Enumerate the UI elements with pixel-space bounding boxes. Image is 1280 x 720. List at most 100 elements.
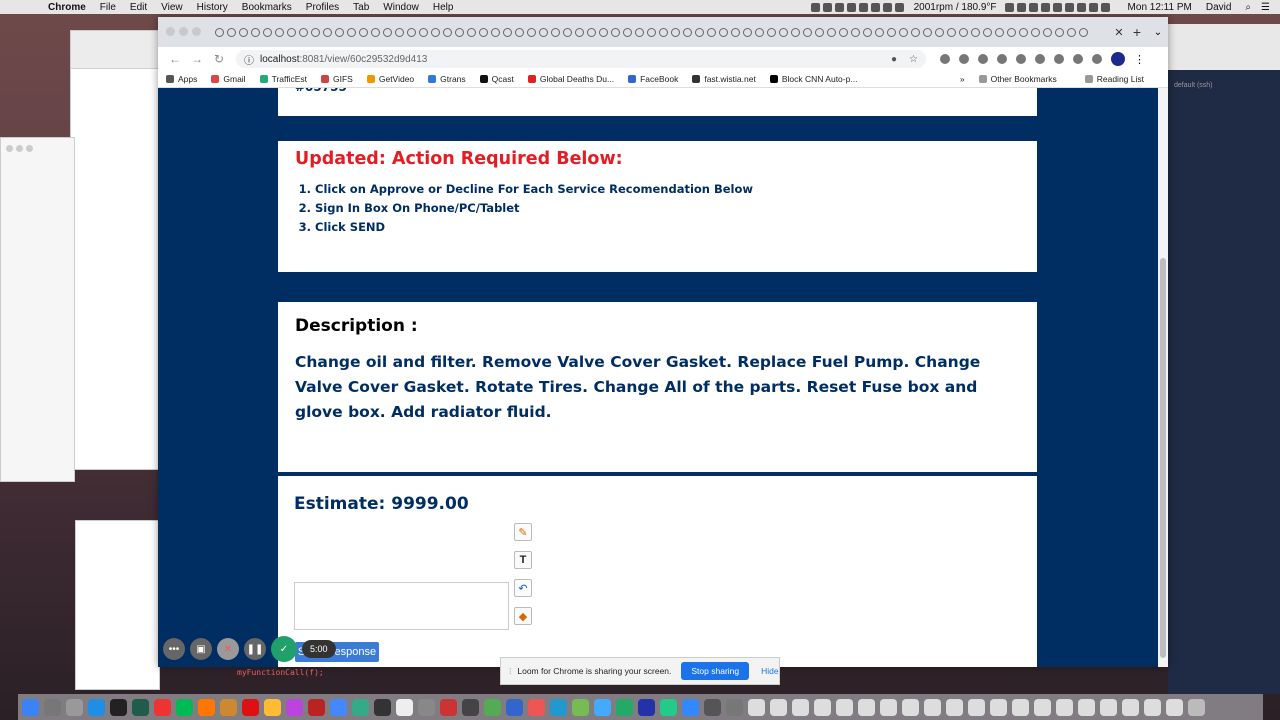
eraser-icon[interactable]: ◆ [514,607,532,625]
loom-camera-icon[interactable]: ▣ [190,638,212,660]
app-icon[interactable] [220,698,237,716]
minimized-window-icon[interactable] [1034,698,1051,716]
minimized-window-icon[interactable] [1166,698,1183,716]
new-tab-button[interactable]: + [1126,24,1148,40]
app-icon[interactable] [418,698,435,716]
minimized-window-icon[interactable] [990,698,1007,716]
bookmark-block-cnn[interactable]: Block CNN Auto-p... [769,74,857,84]
browser-menu-icon[interactable]: ⋮ [1134,53,1145,66]
background-terminal-window[interactable]: default (ssh) [1168,24,1280,694]
menu-view[interactable]: View [161,2,183,13]
firefox-icon[interactable] [198,698,215,716]
menu-history[interactable]: History [197,2,228,13]
app-icon[interactable] [528,698,545,716]
app-icon[interactable] [308,698,325,716]
bookmark-star-icon[interactable]: ☆ [909,54,918,65]
text-tool-icon[interactable]: T [514,551,532,569]
app-icon[interactable] [330,698,347,716]
fan-status-text[interactable]: 2001rpm / 180.9°F [914,2,997,13]
launchpad-icon[interactable] [44,698,61,716]
loom-finish-icon[interactable]: ✓ [271,636,297,662]
trash-icon[interactable] [1188,698,1205,716]
page-scrollbar[interactable] [1158,88,1168,667]
app-icon[interactable] [242,698,259,716]
app-icon[interactable] [682,698,699,716]
minimized-window-icon[interactable] [1078,698,1095,716]
bookmark-trafficest[interactable]: TrafficEst [259,74,307,84]
minimized-window-icon[interactable] [880,698,897,716]
app-icon[interactable] [660,698,677,716]
undo-icon[interactable]: ↶ [514,579,532,597]
calendar-icon[interactable] [396,698,413,716]
app-icon[interactable] [176,698,193,716]
minimized-window-icon[interactable] [814,698,831,716]
control-center-icon[interactable]: ☰ [1261,2,1270,13]
menu-edit[interactable]: Edit [130,2,147,13]
drag-handle-icon[interactable]: ⁞ [509,666,511,676]
minimized-window-icon[interactable] [1122,698,1139,716]
app-icon[interactable] [374,698,391,716]
reading-list[interactable]: Reading List [1084,74,1144,84]
loom-pause-icon[interactable]: ❚❚ [244,638,266,660]
back-button[interactable]: ← [164,52,186,66]
address-bar[interactable]: ⓘ localhost:8081/view/60c29532d9d413 ● ☆ [236,50,926,68]
bookmark-gmail[interactable]: Gmail [211,74,246,84]
close-tab-icon[interactable]: ✕ [1112,26,1126,39]
bookmark-getvideo[interactable]: GetVideo [366,74,414,84]
app-icon[interactable] [440,698,457,716]
app-icon[interactable] [484,698,501,716]
stop-sharing-button[interactable]: Stop sharing [681,662,750,680]
extension-icons[interactable]: ⋮ [940,52,1145,66]
minimized-window-icon[interactable] [924,698,941,716]
bookmark-fast-wistia[interactable]: fast.wistia.net [692,74,756,84]
background-window-finder[interactable] [70,30,160,470]
menu-file[interactable]: File [100,2,116,13]
app-icon[interactable] [506,698,523,716]
profile-avatar[interactable] [1111,52,1125,66]
app-icon[interactable] [616,698,633,716]
app-icon[interactable] [594,698,611,716]
hide-sharing-button[interactable]: Hide [761,666,778,676]
app-icon[interactable] [352,698,369,716]
menu-app-name[interactable]: Chrome [48,2,86,13]
traffic-lights[interactable] [166,25,205,39]
minimized-window-icon[interactable] [858,698,875,716]
bookmark-apps[interactable]: Apps [166,74,197,84]
spotlight-icon[interactable]: ⌕ [1245,2,1251,13]
forward-button[interactable]: → [186,52,208,66]
app-icon[interactable] [264,698,281,716]
pen-icon[interactable]: ✎ [514,523,532,541]
minimized-window-icon[interactable] [770,698,787,716]
music-icon[interactable] [286,698,303,716]
minimized-window-icon[interactable] [1144,698,1161,716]
loom-more-icon[interactable]: ••• [163,638,185,660]
minimized-window-icon[interactable] [1056,698,1073,716]
bookmark-facebook[interactable]: FaceBook [628,74,678,84]
signature-pad[interactable] [294,582,509,630]
menu-profiles[interactable]: Profiles [306,2,339,13]
menubar-clock[interactable]: Mon 12:11 PM [1128,2,1192,13]
microphone-icon[interactable]: ● [891,54,897,65]
reload-button[interactable]: ↻ [208,52,230,66]
other-bookmarks[interactable]: Other Bookmarks [978,74,1057,84]
bookmark-qcast[interactable]: Qcast [479,74,514,84]
menu-help[interactable]: Help [433,2,454,13]
menubar-system-icons[interactable] [1004,2,1110,12]
menubar-tray-icons[interactable] [810,2,904,12]
menubar-user[interactable]: David [1206,2,1232,13]
background-window-lower[interactable] [75,520,160,690]
minimized-window-icon[interactable] [1100,698,1117,716]
site-info-icon[interactable]: ⓘ [244,52,254,67]
terminal-icon[interactable] [110,698,127,716]
menu-bookmarks[interactable]: Bookmarks [242,2,292,13]
bookmark-gtrans[interactable]: Gtrans [428,74,466,84]
minimized-window-icon[interactable] [836,698,853,716]
app-icon[interactable] [638,698,655,716]
editor-icon[interactable] [132,698,149,716]
minimized-window-icon[interactable] [792,698,809,716]
scrollbar-thumb[interactable] [1160,258,1166,658]
minimized-window-icon[interactable] [968,698,985,716]
bookmark-global-deaths[interactable]: Global Deaths Du... [527,74,614,84]
minimized-window-icon[interactable] [748,698,765,716]
pinned-tabs[interactable] [215,27,1112,37]
